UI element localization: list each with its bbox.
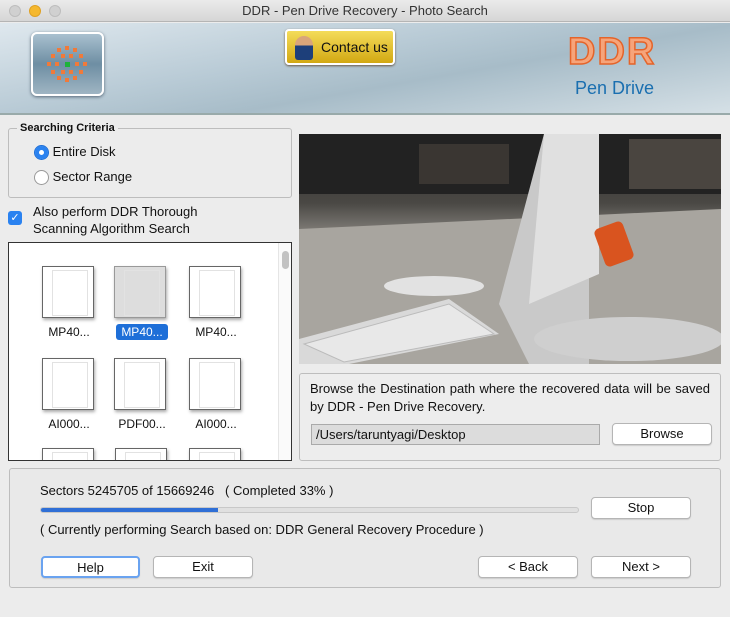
photo-preview <box>299 134 721 364</box>
zoom-button[interactable] <box>49 5 61 17</box>
contact-us-label: Contact us <box>321 39 388 55</box>
scrollbar[interactable] <box>278 243 291 460</box>
radio-label: Entire Disk <box>52 144 116 159</box>
browse-button[interactable]: Browse <box>612 423 712 445</box>
file-icon <box>42 266 94 318</box>
radio-label: Sector Range <box>52 169 133 184</box>
file-icon <box>189 266 241 318</box>
file-item[interactable]: MP40... <box>189 266 251 339</box>
thorough-scan-checkbox[interactable]: ✓ <box>8 211 22 225</box>
file-icon[interactable] <box>115 448 167 460</box>
thorough-scan-label: Also perform DDR Thorough Scanning Algor… <box>33 203 198 237</box>
current-procedure-text: ( Currently performing Search based on: … <box>40 522 484 537</box>
product-name: Pen Drive <box>575 78 655 98</box>
radio-entire-disk[interactable]: Entire Disk <box>34 144 116 161</box>
file-name: AI000... <box>195 417 237 431</box>
file-icon <box>114 358 166 410</box>
file-list[interactable]: MP40... MP40... MP40... AI000... PDF00... AI0… <box>8 242 292 461</box>
completed-text: ( Completed 33% ) <box>225 483 334 498</box>
sectors-text: Sectors 5245705 of 15669246 <box>40 483 215 498</box>
file-icon[interactable] <box>189 448 241 460</box>
stop-button[interactable]: Stop <box>591 497 691 519</box>
searching-criteria-group: Searching Criteria Entire Disk Sector Ra… <box>8 122 292 198</box>
close-button[interactable] <box>9 5 21 17</box>
destination-group: Browse the Destination path where the re… <box>299 373 721 461</box>
window-title: DDR - Pen Drive Recovery - Photo Search <box>242 3 488 18</box>
progress-panel: Sectors 5245705 of 15669246 ( Completed … <box>9 468 721 588</box>
file-item[interactable]: MP40... <box>42 266 104 339</box>
scrollbar-thumb[interactable] <box>282 251 289 269</box>
file-name: MP40... <box>48 325 90 339</box>
radio-icon[interactable] <box>34 170 49 186</box>
brand-logo: DDR <box>567 30 657 74</box>
app-logo <box>31 32 104 96</box>
file-item[interactable]: AI000... <box>42 358 104 431</box>
person-icon <box>295 36 313 60</box>
file-item[interactable]: PDF00... <box>114 358 177 431</box>
title-bar: DDR - Pen Drive Recovery - Photo Search <box>0 0 730 22</box>
file-icon <box>189 358 241 410</box>
preview-image <box>299 134 721 364</box>
destination-path-input[interactable]: /Users/taruntyagi/Desktop <box>311 424 600 445</box>
progress-bar <box>40 507 579 513</box>
exit-button[interactable]: Exit <box>153 556 253 578</box>
file-item[interactable]: MP40... <box>114 266 177 340</box>
file-name: MP40... <box>116 324 168 340</box>
radio-sector-range[interactable]: Sector Range <box>34 169 133 186</box>
help-button[interactable]: Help <box>41 556 140 578</box>
file-name: MP40... <box>195 325 237 339</box>
group-title: Searching Criteria <box>17 122 118 134</box>
file-name: PDF00... <box>118 417 166 431</box>
file-icon[interactable] <box>42 448 94 460</box>
minimize-button[interactable] <box>29 5 41 17</box>
logo-pattern-icon <box>47 46 87 82</box>
progress-fill <box>41 508 219 512</box>
file-name: AI000... <box>48 417 90 431</box>
contact-us-button[interactable]: Contact us <box>285 29 395 65</box>
header-banner: Contact us DDR Pen Drive <box>0 23 730 115</box>
radio-icon[interactable] <box>34 145 49 161</box>
next-button[interactable]: Next > <box>591 556 691 578</box>
file-item[interactable]: AI000... <box>189 358 251 431</box>
file-icon <box>114 266 166 318</box>
label-line: Also perform DDR Thorough <box>33 204 198 219</box>
file-icon <box>42 358 94 410</box>
destination-instructions: Browse the Destination path where the re… <box>310 381 710 414</box>
back-button[interactable]: < Back <box>478 556 578 578</box>
label-line: Scanning Algorithm Search <box>33 221 190 236</box>
sectors-status: Sectors 5245705 of 15669246 ( Completed … <box>40 483 333 498</box>
